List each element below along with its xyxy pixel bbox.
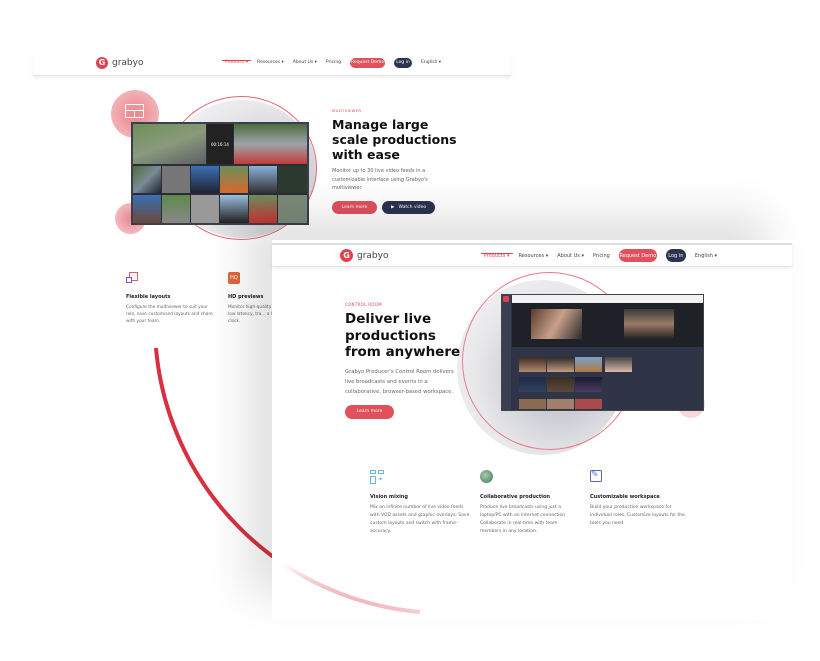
logo-text: grabyo	[357, 250, 389, 261]
feature-title: Collaborative production	[480, 494, 550, 500]
nav-about-us[interactable]: About Us ▾	[293, 60, 317, 65]
feature-vision-mixing: ✦ Vision mixing Mix an infinite number o…	[370, 470, 470, 536]
nav-resources[interactable]: Resources ▾	[519, 253, 549, 259]
layout-icon	[125, 104, 144, 118]
learn-more-button[interactable]: Learn more	[345, 404, 394, 419]
feature-customizable-workspace: ✎ Customizable workspace Build your prod…	[590, 470, 690, 528]
play-icon: ▶	[390, 204, 395, 210]
front-logo[interactable]: G grabyo	[340, 249, 388, 262]
back-feature-flexible-layouts: Flexible layouts Configure the multiview…	[126, 272, 216, 325]
feature-title: Customizable workspace	[590, 494, 660, 500]
feature-text: Build your production workspace for indi…	[590, 505, 685, 526]
nav-products[interactable]: Products ▾	[221, 60, 252, 65]
grabyo-logo-icon: G	[96, 56, 108, 69]
nav-products[interactable]: Products ▾	[480, 252, 513, 259]
back-logo[interactable]: G grabyo	[96, 56, 144, 69]
language-select[interactable]: English ▾	[695, 253, 717, 259]
hero-title: Manage large scale productions with ease	[332, 117, 457, 162]
hero-description: Monitor up to 30 live video feeds in a c…	[332, 168, 428, 191]
hero-title: Deliver live productions from anywhere	[345, 311, 461, 360]
edit-icon: ✎	[590, 470, 602, 482]
timer-display: 00:16:14	[207, 124, 233, 164]
vision-mixing-icon: ✦	[370, 470, 384, 484]
front-navbar: G grabyo Products ▾ Resources ▾ About Us…	[272, 243, 792, 267]
nav-pricing[interactable]: Pricing	[326, 60, 341, 65]
request-demo-button[interactable]: Request Demo	[350, 57, 386, 68]
login-button[interactable]: Log in	[394, 57, 413, 68]
feature-title: Flexible layouts	[126, 294, 171, 300]
login-button[interactable]: Log in	[665, 249, 686, 262]
watch-video-button[interactable]: ▶ Watch video	[382, 200, 436, 214]
hero-tag: CONTROL ROOM	[345, 302, 382, 307]
language-select[interactable]: English ▾	[421, 60, 441, 65]
hero-description: Grabyo Producer's Control Room delivers …	[345, 368, 454, 395]
feature-text: Produce live broadcasts using just a lap…	[480, 505, 567, 534]
feature-title: Vision mixing	[370, 494, 408, 500]
globe-icon	[480, 470, 493, 483]
layout-icon	[126, 272, 138, 284]
logo-text: grabyo	[112, 57, 144, 68]
hero-tag: MULTIVIEWER	[332, 108, 362, 113]
front-page-control-room: G grabyo Products ▾ Resources ▾ About Us…	[272, 240, 792, 620]
hq-icon: HQ	[228, 272, 240, 284]
front-hero-text: CONTROL ROOM Deliver live productions fr…	[345, 302, 465, 419]
nav-resources[interactable]: Resources ▾	[257, 60, 284, 65]
back-hero-text: MULTIVIEWER Manage large scale productio…	[332, 108, 462, 214]
learn-more-button[interactable]: Learn more	[332, 200, 377, 214]
nav-pricing[interactable]: Pricing	[593, 253, 610, 259]
control-room-screenshot	[501, 294, 704, 411]
feature-text: Configure the multiviewer to suit your r…	[126, 305, 213, 324]
request-demo-button[interactable]: Request Demo	[618, 249, 657, 262]
nav-about-us[interactable]: About Us ▾	[557, 253, 584, 259]
multiviewer-screenshot: 00:16:14	[131, 122, 309, 225]
grabyo-logo-icon: G	[340, 249, 353, 262]
feature-text: Mix an infinite number of live video fee…	[370, 505, 470, 534]
back-navbar: G grabyo Products ▾ Resources ▾ About Us…	[33, 50, 511, 76]
feature-collaborative-production: Collaborative production Produce live br…	[480, 470, 580, 536]
